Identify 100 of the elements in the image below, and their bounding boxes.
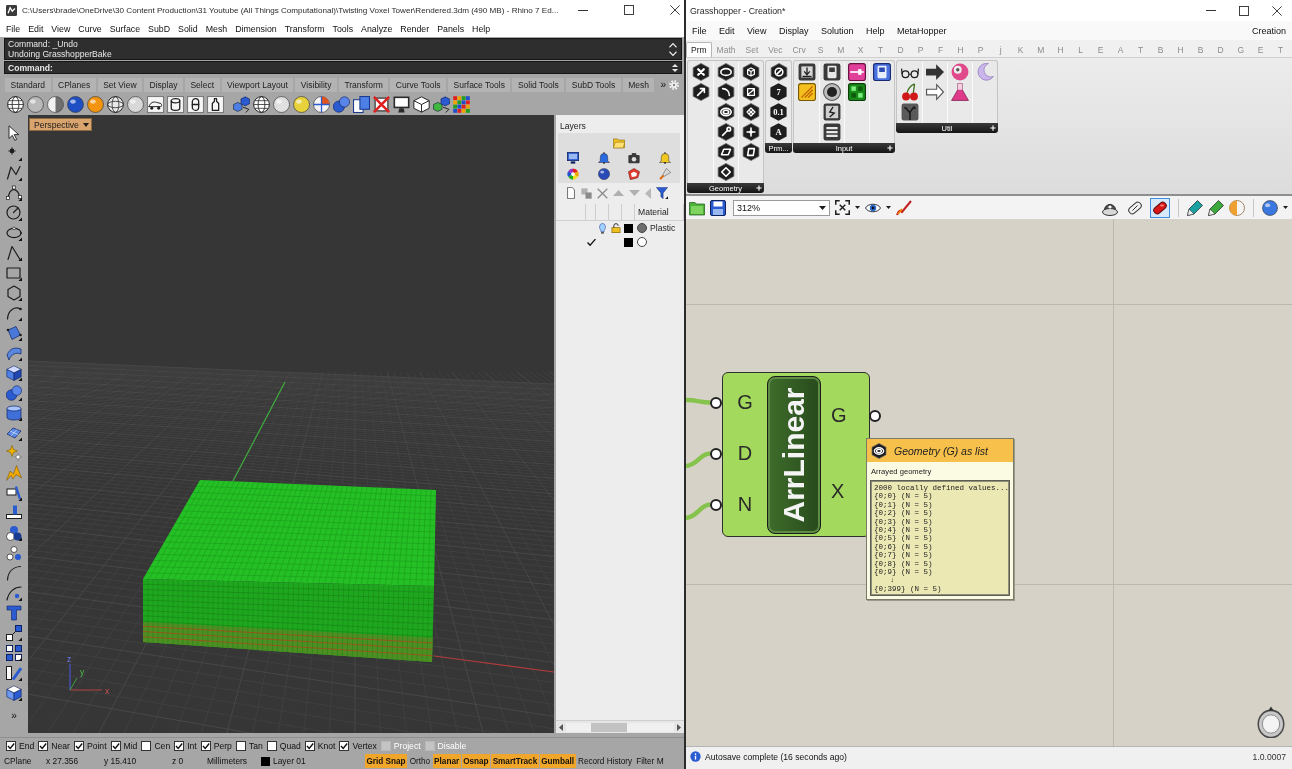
command-field[interactable]: Command: xyxy=(4,61,682,74)
curve-dot-icon[interactable] xyxy=(6,585,22,601)
curve-icon[interactable] xyxy=(6,305,22,321)
status-toggle[interactable]: Grid Snap xyxy=(365,754,408,768)
branch-tile-icon[interactable] xyxy=(900,103,919,121)
cube-icon[interactable] xyxy=(6,365,22,381)
checkbox[interactable] xyxy=(38,740,49,751)
cube-outline-icon[interactable] xyxy=(413,95,430,113)
wireframe-globe-icon[interactable] xyxy=(253,95,270,113)
menu-item[interactable]: Help xyxy=(865,25,885,36)
status-toggle[interactable]: Ortho xyxy=(408,754,432,768)
settings-icon[interactable] xyxy=(669,79,679,90)
caret-icon[interactable] xyxy=(1283,206,1288,209)
cherries-icon[interactable] xyxy=(900,83,919,101)
checkbox[interactable] xyxy=(235,740,246,751)
menu-item[interactable]: Dimension xyxy=(235,23,277,34)
hex-arrow-icon[interactable] xyxy=(691,83,710,101)
menu-item[interactable]: View xyxy=(51,23,71,34)
toolbar-tab[interactable]: Mesh xyxy=(622,77,655,92)
padlock-icon[interactable] xyxy=(610,223,621,233)
scroll-down-icon[interactable] xyxy=(669,50,677,56)
input-grip-icon[interactable] xyxy=(710,498,722,511)
menu-item[interactable]: File xyxy=(6,23,21,34)
menu-item[interactable]: Solution xyxy=(820,25,854,36)
half-shaded-sphere-icon[interactable] xyxy=(47,95,64,113)
cross-box-icon[interactable] xyxy=(373,95,390,113)
toolbar-tab[interactable]: CPlanes xyxy=(52,77,96,92)
save-icon[interactable] xyxy=(710,199,726,216)
caret-icon[interactable] xyxy=(886,206,891,209)
polygon-icon[interactable] xyxy=(6,285,22,301)
hex-node-icon[interactable] xyxy=(742,123,760,141)
viewport-tab[interactable]: Perspective xyxy=(29,118,92,131)
checkbox[interactable] xyxy=(73,740,84,751)
param-button[interactable]: 7 xyxy=(769,83,788,101)
sphere-icon[interactable] xyxy=(273,95,290,113)
material-swatch[interactable] xyxy=(637,237,647,247)
plus-icon[interactable] xyxy=(887,145,893,151)
scroll-up-icon[interactable] xyxy=(669,42,677,48)
spheres-icon[interactable] xyxy=(6,525,22,541)
osnap-label[interactable]: Quad xyxy=(279,740,301,751)
toolbar-tab[interactable]: Standard xyxy=(5,77,51,92)
checkbox[interactable] xyxy=(110,740,121,751)
menu-item[interactable]: View xyxy=(747,25,767,36)
surface-icon[interactable] xyxy=(6,325,22,341)
folder-icon[interactable] xyxy=(689,199,705,216)
sphere-icon[interactable] xyxy=(87,95,104,113)
status-toggle[interactable]: Osnap xyxy=(461,754,491,768)
copy-icon[interactable] xyxy=(581,187,592,199)
circles-icon[interactable] xyxy=(6,545,22,561)
ellipse-icon[interactable] xyxy=(6,225,22,241)
spin-down-icon[interactable] xyxy=(672,68,678,72)
cube-icon[interactable] xyxy=(6,685,22,701)
input-grip-icon[interactable] xyxy=(710,447,722,460)
ball-icon[interactable] xyxy=(951,63,969,81)
toolbar-tab[interactable]: Viewport Layout xyxy=(221,77,294,92)
flask-icon[interactable] xyxy=(951,83,969,101)
maximize-icon[interactable] xyxy=(624,5,634,15)
section-sphere-icon[interactable] xyxy=(313,95,330,113)
menu-item[interactable]: File xyxy=(692,25,707,36)
hex-plane-icon[interactable] xyxy=(717,143,735,161)
hex-face-icon[interactable] xyxy=(742,143,760,161)
brush-stroke-icon[interactable] xyxy=(896,199,912,216)
menu-item[interactable]: Solid xyxy=(178,23,198,34)
param-button[interactable]: A xyxy=(769,123,788,141)
hex-wrench-icon[interactable] xyxy=(717,123,735,141)
spin-up-icon[interactable] xyxy=(672,63,678,67)
plus-icon[interactable] xyxy=(990,125,996,131)
layer-color-swatch[interactable] xyxy=(624,223,633,233)
sphere-icon[interactable] xyxy=(127,95,144,113)
menu-item[interactable]: Display xyxy=(778,25,809,36)
status-toggle[interactable]: Gumball xyxy=(539,754,576,768)
wireframe-globe-icon[interactable] xyxy=(7,95,24,113)
hex-cross-icon[interactable] xyxy=(691,63,710,81)
scrollbar-thumb[interactable] xyxy=(591,722,627,732)
bottle-outline-icon[interactable] xyxy=(207,95,224,113)
toolbar-tab[interactable]: Solid Tools xyxy=(512,77,565,92)
output-grip-icon[interactable] xyxy=(869,409,881,422)
light-bulb-icon[interactable] xyxy=(598,222,607,234)
sphere-icon[interactable] xyxy=(67,95,84,113)
status-toggle[interactable]: Planar xyxy=(432,754,461,768)
menu-item[interactable]: Surface xyxy=(109,23,141,34)
status-toggle[interactable]: Filter xyxy=(634,754,656,768)
component-node[interactable]: G D N ArrLinear G X xyxy=(722,372,870,537)
rectangle-line-icon[interactable] xyxy=(6,485,22,501)
circle-icon[interactable] xyxy=(6,205,22,221)
control-point-curve-icon[interactable] xyxy=(6,185,22,201)
documents-icon[interactable] xyxy=(353,95,370,113)
menu-item[interactable]: Mesh xyxy=(205,23,228,34)
zoom-field[interactable]: 312% xyxy=(733,199,830,216)
list-tile-icon[interactable] xyxy=(823,123,841,141)
arrow-outline-icon[interactable] xyxy=(926,83,944,101)
switch-tile-icon[interactable] xyxy=(873,63,891,81)
pen-icon[interactable] xyxy=(1208,199,1224,216)
plus-icon[interactable] xyxy=(756,185,762,191)
block-bar-icon[interactable] xyxy=(6,505,22,521)
input-grip-icon[interactable] xyxy=(710,396,722,409)
preview-mode-button[interactable] xyxy=(1150,197,1170,218)
pointer-icon[interactable] xyxy=(6,125,22,141)
polyline-icon[interactable] xyxy=(6,165,22,181)
sphere-icon[interactable] xyxy=(597,168,610,180)
